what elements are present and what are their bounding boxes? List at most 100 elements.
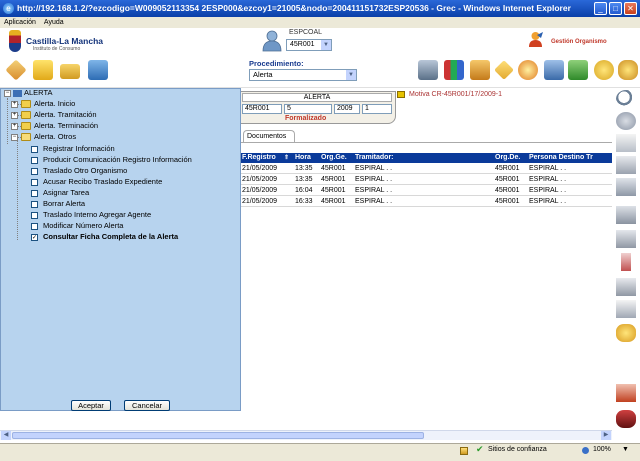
cell-tramitador: ESPIRAL . .	[355, 165, 393, 172]
exit-icon[interactable]	[616, 410, 636, 428]
alerta-num-field[interactable]: 5	[284, 104, 332, 114]
scrollbar-thumb[interactable]	[12, 432, 424, 439]
tree-item-traslado-otro-organismo[interactable]: Traslado Otro Organismo	[43, 166, 127, 176]
magnifier-icon[interactable]	[616, 90, 636, 108]
zoom-dropdown-icon[interactable]: ▼	[622, 446, 629, 453]
back-arrow-icon[interactable]	[616, 112, 636, 130]
expand-icon[interactable]: +	[11, 123, 18, 130]
alerta-year-field[interactable]: 2009	[334, 104, 360, 114]
person-search-icon[interactable]	[544, 60, 564, 80]
menu-ayuda[interactable]: Ayuda	[40, 17, 68, 28]
scroll-left-icon[interactable]: ◀	[1, 431, 11, 440]
checkbox-producir-comunicacion[interactable]	[31, 157, 38, 164]
users-icon[interactable]	[88, 60, 108, 80]
checkbox-consultar-ficha[interactable]: ✓	[31, 234, 38, 241]
tree-folder-terminacion[interactable]: Alerta. Terminación	[34, 121, 98, 131]
col-f-registro[interactable]: F.Registro	[242, 153, 276, 163]
checkbox-traslado-interno[interactable]	[31, 212, 38, 219]
chart-icon[interactable]	[568, 60, 588, 80]
gestion-organismo-label[interactable]: Gestión Organismo	[551, 39, 607, 45]
settings-gear-icon[interactable]	[616, 324, 636, 342]
maximize-button[interactable]: □	[609, 2, 622, 15]
expand-icon[interactable]: +	[11, 112, 18, 119]
cell-tramitador: ESPIRAL . .	[355, 198, 393, 205]
logo-subtitle: Instituto de Consumo	[33, 46, 81, 52]
col-tramitador[interactable]: Tramitador:	[355, 153, 394, 163]
checkbox-registrar-informacion[interactable]	[31, 146, 38, 153]
checkbox-acusar-recibo[interactable]	[31, 179, 38, 186]
zoom-level[interactable]: 100%	[593, 446, 611, 453]
folder-open-icon	[21, 133, 31, 141]
tree-folder-inicio[interactable]: Alerta. Inicio	[34, 99, 75, 109]
tree-item-consultar-ficha[interactable]: Consultar Ficha Completa de la Alerta	[43, 232, 178, 242]
documents-icon[interactable]	[616, 156, 636, 174]
close-button[interactable]: ✕	[624, 2, 637, 15]
cell-hora: 13:35	[295, 176, 313, 183]
document-icon[interactable]	[616, 134, 636, 152]
menu-aplicacion[interactable]: Aplicación	[0, 17, 40, 28]
motiva-link[interactable]: Motiva CR-45R001/17/2009-1	[409, 91, 502, 98]
collapse-icon[interactable]: −	[11, 134, 18, 141]
col-org-de[interactable]: Org.De.	[495, 153, 520, 163]
checkbox-modificar-numero[interactable]	[31, 223, 38, 230]
folder-icon	[21, 111, 31, 119]
tree-item-producir-comunicacion[interactable]: Producir Comunicación Registro Informaci…	[43, 155, 192, 165]
tree-folder-tramitacion[interactable]: Alerta. Tramitación	[34, 110, 97, 120]
gestion-organismo-icon[interactable]	[527, 31, 544, 48]
stack-icon[interactable]	[616, 178, 636, 196]
scissors-icon[interactable]	[616, 206, 636, 224]
keys-icon[interactable]	[33, 60, 53, 80]
tab-documentos[interactable]: Documentos	[243, 130, 295, 142]
paperclip-icon[interactable]	[621, 253, 631, 271]
box-icon[interactable]	[470, 60, 490, 80]
text-format-icon[interactable]	[616, 300, 636, 318]
cancelar-button[interactable]: Cancelar	[124, 400, 170, 411]
cell-org-de: 45R001	[495, 187, 520, 194]
security-zone: Sitios de confianza	[488, 446, 547, 453]
col-persona-destino[interactable]: Persona Destino Tr	[529, 153, 612, 163]
checkbox-traslado-otro-organismo[interactable]	[31, 168, 38, 175]
tree-item-borrar-alerta[interactable]: Borrar Alerta	[43, 199, 85, 209]
table-row[interactable]: 21/05/2009 13:35 45R001 ESPIRAL . . 45R0…	[240, 175, 612, 185]
printer-icon[interactable]	[616, 230, 636, 248]
sort-icon[interactable]: ⇑	[284, 153, 289, 163]
laptop-icon[interactable]	[418, 60, 438, 80]
globe-icon[interactable]	[518, 60, 538, 80]
scroll-right-icon[interactable]: ▶	[601, 431, 611, 440]
cell-persona-destino: ESPIRAL . .	[529, 187, 567, 194]
cell-tramitador: ESPIRAL . .	[355, 176, 393, 183]
cell-org-ge: 45R001	[321, 198, 346, 205]
folder-link-icon[interactable]	[397, 91, 405, 98]
tree-root[interactable]: ALERTA	[24, 88, 52, 98]
checkbox-asignar-tarea[interactable]	[31, 190, 38, 197]
tree-item-acusar-recibo[interactable]: Acusar Recibo Traslado Expediente	[43, 177, 162, 187]
table-row[interactable]: 21/05/2009 16:04 45R001 ESPIRAL . . 45R0…	[240, 186, 612, 196]
cell-org-de: 45R001	[495, 165, 520, 172]
tree-item-modificar-numero[interactable]: Modificar Número Alerta	[43, 221, 123, 231]
table-row[interactable]: 21/05/2009 16:33 45R001 ESPIRAL . . 45R0…	[240, 197, 612, 207]
col-hora[interactable]: Hora	[295, 153, 311, 163]
office-select[interactable]: 45R001 ▼	[286, 39, 332, 51]
expand-icon[interactable]: +	[11, 101, 18, 108]
tree-folder-otros[interactable]: Alerta. Otros	[34, 132, 76, 142]
tree-item-traslado-interno[interactable]: Traslado Interno Agregar Agente	[43, 210, 151, 220]
minimize-button[interactable]: _	[594, 2, 607, 15]
checkbox-borrar-alerta[interactable]	[31, 201, 38, 208]
books-icon[interactable]	[444, 60, 464, 80]
folder-icon	[21, 100, 31, 108]
alerta-org-field[interactable]: 45R001	[242, 104, 282, 114]
table-row[interactable]: 21/05/2009 13:35 45R001 ESPIRAL . . 45R0…	[240, 164, 612, 174]
aceptar-button[interactable]: Aceptar	[71, 400, 111, 411]
tree-item-registrar-informacion[interactable]: Registrar Información	[43, 144, 115, 154]
tree-item-asignar-tarea[interactable]: Asignar Tarea	[43, 188, 89, 198]
procedimiento-select[interactable]: Alerta ▼	[249, 69, 357, 81]
cell-persona-destino: ESPIRAL . .	[529, 176, 567, 183]
gear-icon[interactable]	[618, 60, 638, 80]
scanner-icon[interactable]	[616, 278, 636, 296]
collapse-icon[interactable]: −	[4, 90, 11, 97]
col-org-ge[interactable]: Org.Ge.	[321, 153, 347, 163]
tools-icon[interactable]	[616, 384, 636, 402]
sun-icon[interactable]	[594, 60, 614, 80]
folder-icon[interactable]	[60, 64, 80, 79]
alerta-seq-field[interactable]: 1	[362, 104, 392, 114]
